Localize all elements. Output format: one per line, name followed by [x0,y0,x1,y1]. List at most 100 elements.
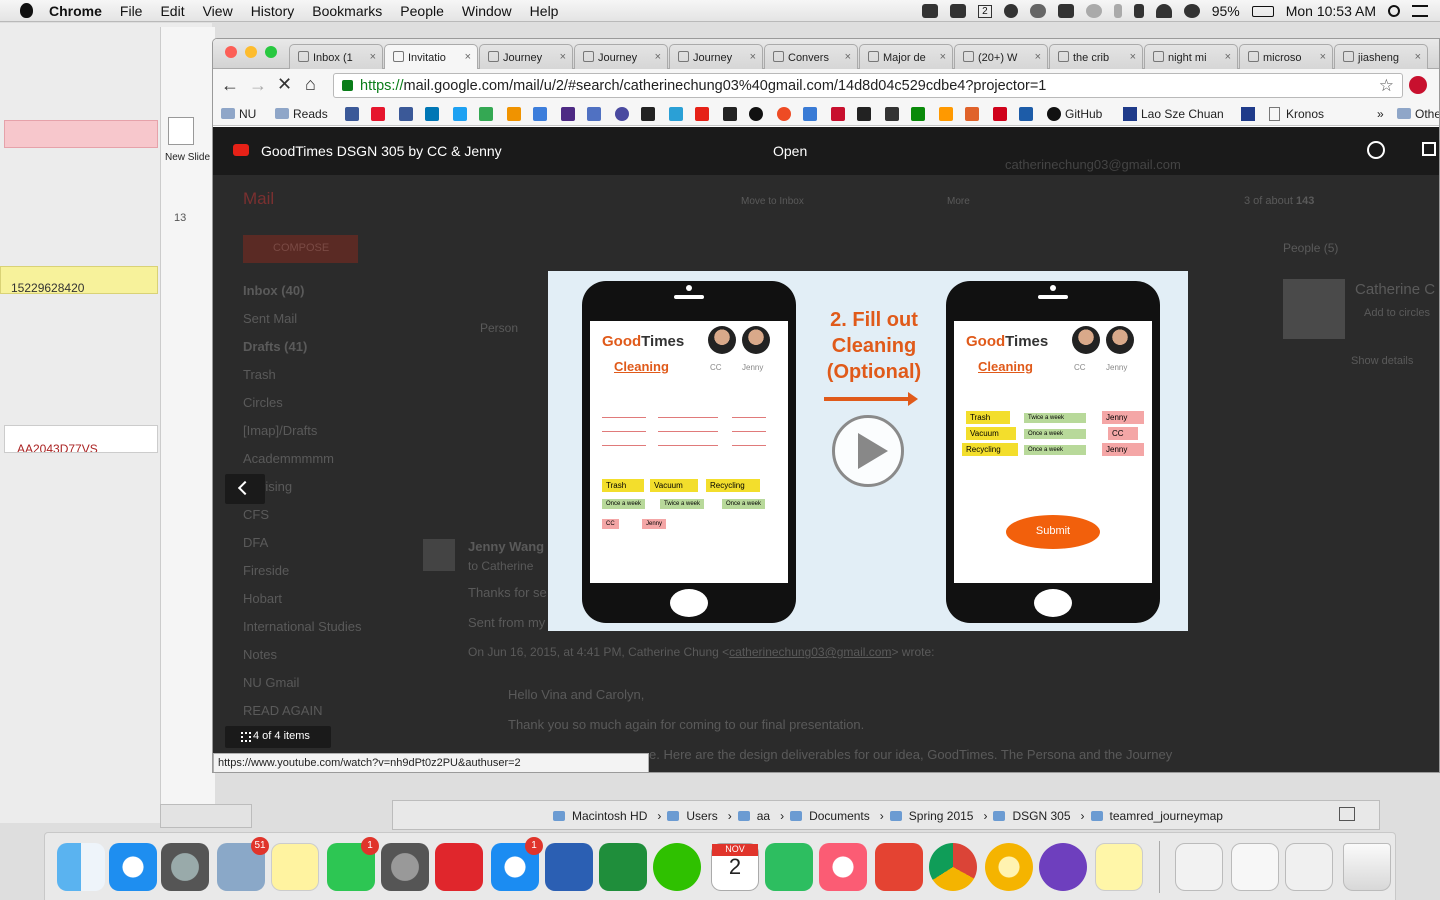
bookmark-p-orange-icon[interactable] [777,107,791,121]
bookmark-cd-icon[interactable] [803,107,817,121]
grid-status-icon[interactable] [1057,4,1074,18]
close-tab-icon[interactable]: × [1130,51,1136,63]
notes-icon[interactable] [271,843,319,891]
bookmark-weibo-icon[interactable] [371,107,385,121]
bookmark-facebook-icon[interactable] [399,107,413,121]
address-bar[interactable]: https://mail.google.com/mail/u/2/#search… [333,73,1403,98]
app-store-icon[interactable]: 1 [491,837,543,891]
tab-11[interactable]: jiasheng × [1334,44,1428,69]
calendar-status-icon[interactable]: 2 [978,4,992,18]
bookmark-kronos[interactable]: Kronos [1269,107,1324,121]
close-tab-icon[interactable]: × [750,51,756,63]
bookmark-infinity-icon[interactable] [533,107,547,121]
close-tab-icon[interactable]: × [1320,51,1326,63]
launchpad-icon[interactable] [161,843,209,891]
video-preview[interactable]: GoodTimes Cleaning CC Jenny Trash Vacuum… [548,271,1188,631]
spotlight-icon[interactable] [1388,5,1400,17]
finder-icon[interactable] [57,843,105,891]
facetime-icon[interactable]: 1 [327,837,379,891]
tab-8[interactable]: the crib × [1049,44,1143,69]
adobe-status-icon[interactable] [950,4,967,18]
tab-9[interactable]: night mi × [1144,44,1238,69]
calendar-icon[interactable]: NOV 2 [711,843,759,891]
bookmark-youtube-icon[interactable] [695,107,709,121]
bookmark-twitter-icon[interactable] [453,107,467,121]
evernote-icon[interactable] [765,843,813,891]
close-tab-icon[interactable]: × [845,51,851,63]
close-window-button[interactable] [225,46,237,58]
tab-0[interactable]: Inbox (1 × [289,44,383,69]
bookmark-u-icon[interactable] [507,107,521,121]
timemachine-status-icon[interactable] [1003,4,1018,18]
battery-percent[interactable]: 95% [1212,3,1240,19]
bookmark-t-icon[interactable] [831,107,845,121]
item-counter[interactable]: 4 of 4 items [225,726,331,748]
tab-7[interactable]: (20+) W × [954,44,1048,69]
word-icon[interactable] [545,843,593,891]
bookmark-n-icon[interactable] [561,107,575,121]
chrome-icon[interactable] [929,843,977,891]
documents-stack-icon[interactable] [1175,843,1223,891]
zoom-window-button[interactable] [265,46,277,58]
wechat-icon[interactable] [653,843,701,891]
close-tab-icon[interactable]: × [1225,51,1231,63]
popout-icon[interactable] [1422,142,1436,156]
itunes-icon[interactable] [819,843,867,891]
trash-icon[interactable] [1343,843,1391,891]
path-item[interactable]: Documents [809,809,870,823]
bookmarks-overflow-button[interactable]: » [1377,107,1384,121]
wifi-icon[interactable] [1155,4,1172,18]
path-item[interactable]: teamred_journeymap [1110,809,1223,823]
minimize-window-button[interactable] [245,46,257,58]
bookmark-nyt-icon[interactable] [885,107,899,121]
downloads-stack-icon[interactable] [1285,843,1333,891]
safari-icon[interactable] [109,843,157,891]
bookmark-orange-icon[interactable] [965,107,979,121]
tab-5[interactable]: Convers × [764,44,858,69]
bookmark-fc-icon[interactable] [749,107,763,121]
path-item[interactable]: Macintosh HD [572,809,647,823]
history-status-icon[interactable] [1085,4,1102,18]
extension-icon[interactable] [1409,76,1427,94]
fullscreen-icon[interactable] [1339,807,1355,821]
forward-button[interactable]: → [249,75,267,96]
close-tab-icon[interactable]: × [655,51,661,63]
chrome-canary-icon[interactable] [985,843,1033,891]
bookmark-other[interactable]: Othe [1397,107,1439,121]
menu-view[interactable]: View [203,3,233,19]
sync-status-icon[interactable] [1183,4,1200,18]
system-preferences-icon[interactable] [381,843,429,891]
bookmark-square-icon[interactable] [587,107,601,121]
tab-3[interactable]: Journey × [574,44,668,69]
app-menu-chrome[interactable]: Chrome [49,3,102,19]
tab-4[interactable]: Journey × [669,44,763,69]
close-tab-icon[interactable]: × [465,51,471,63]
tab-10[interactable]: microso × [1239,44,1333,69]
bookmark-p-icon[interactable] [641,107,655,121]
stickies-icon[interactable] [1095,843,1143,891]
menu-window[interactable]: Window [462,3,512,19]
bookmark-lao-sze-chuan[interactable]: Lao Sze Chuan [1123,107,1224,121]
home-button[interactable]: ⌂ [305,74,316,95]
menu-history[interactable]: History [251,3,295,19]
todoist-icon[interactable] [875,843,923,891]
path-item[interactable]: aa [757,809,770,823]
previous-item-button[interactable] [225,474,265,504]
close-tab-icon[interactable]: × [1035,51,1041,63]
bookmark-paw-icon[interactable] [345,107,359,121]
open-button[interactable]: Open [773,143,807,159]
bookmark-nu[interactable]: NU [221,107,256,121]
bookmark-red-icon[interactable] [993,107,1007,121]
github-desktop-icon[interactable] [1039,843,1087,891]
tab-2[interactable]: Journey × [479,44,573,69]
menu-file[interactable]: File [120,3,143,19]
stop-button[interactable]: ✕ [277,74,292,95]
close-tab-icon[interactable]: × [940,51,946,63]
bookmark-github[interactable]: GitHub [1047,107,1102,121]
bookmark-wave-icon[interactable] [669,107,683,121]
clock[interactable]: Mon 10:53 AM [1286,3,1376,19]
notification-center-icon[interactable] [1412,5,1428,17]
bluetooth-icon[interactable] [1113,4,1122,18]
menu-edit[interactable]: Edit [160,3,184,19]
close-tab-icon[interactable]: × [560,51,566,63]
